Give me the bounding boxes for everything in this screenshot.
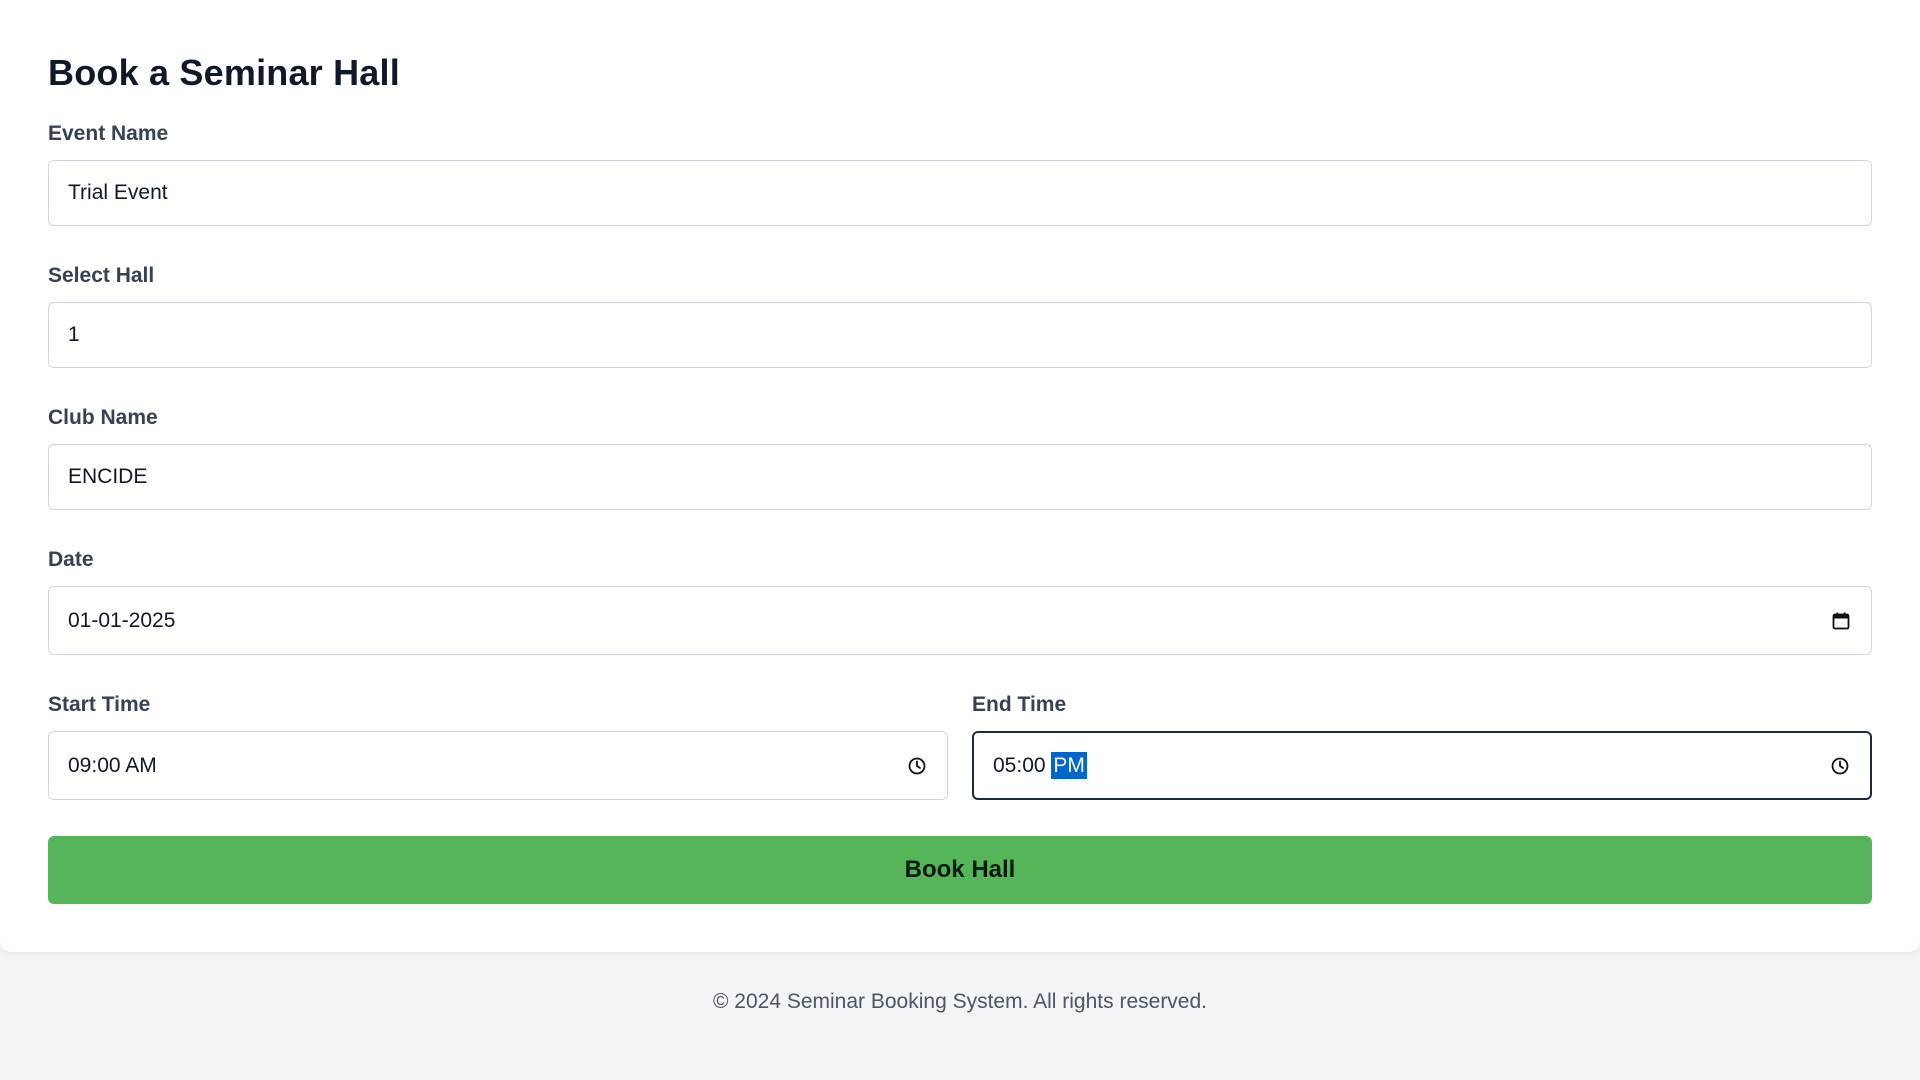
event-name-label: Event Name <box>48 122 169 145</box>
hall-value: 1 <box>68 323 80 346</box>
book-hall-button[interactable]: Book Hall <box>48 836 1872 904</box>
clock-icon[interactable] <box>906 755 928 777</box>
start-time-input[interactable]: 09:00 AM <box>48 731 948 800</box>
calendar-icon[interactable] <box>1830 610 1852 632</box>
club-name-value: ENCIDE <box>68 465 148 488</box>
event-name-value: Trial Event <box>68 181 168 204</box>
date-value: 01-01-2025 <box>68 608 176 632</box>
club-name-label: Club Name <box>48 406 158 429</box>
start-time-meridiem: AM <box>125 753 157 777</box>
booking-card: Book a Seminar Hall Event Name Trial Eve… <box>0 0 1920 952</box>
hall-input[interactable]: 1 <box>48 302 1872 368</box>
event-name-input[interactable]: Trial Event <box>48 160 1872 226</box>
date-label: Date <box>48 548 94 571</box>
end-time-input[interactable]: 05:00 PM <box>972 731 1872 800</box>
hall-label: Select Hall <box>48 264 155 287</box>
end-time-meridiem-selected[interactable]: PM <box>1051 751 1087 779</box>
end-time-label: End Time <box>972 693 1067 716</box>
start-time-value: 09:00 AM <box>68 754 906 778</box>
end-time-hours: 05:00 <box>993 753 1046 777</box>
club-name-input[interactable]: ENCIDE <box>48 444 1872 510</box>
start-time-hours: 09:00 <box>68 753 121 777</box>
date-input[interactable]: 01-01-2025 <box>48 586 1872 655</box>
end-time-value: 05:00 PM <box>993 751 1829 779</box>
clock-icon[interactable] <box>1829 755 1851 777</box>
start-time-label: Start Time <box>48 693 151 716</box>
page-title: Book a Seminar Hall <box>48 52 400 93</box>
footer-copyright: © 2024 Seminar Booking System. All right… <box>712 990 1208 1013</box>
